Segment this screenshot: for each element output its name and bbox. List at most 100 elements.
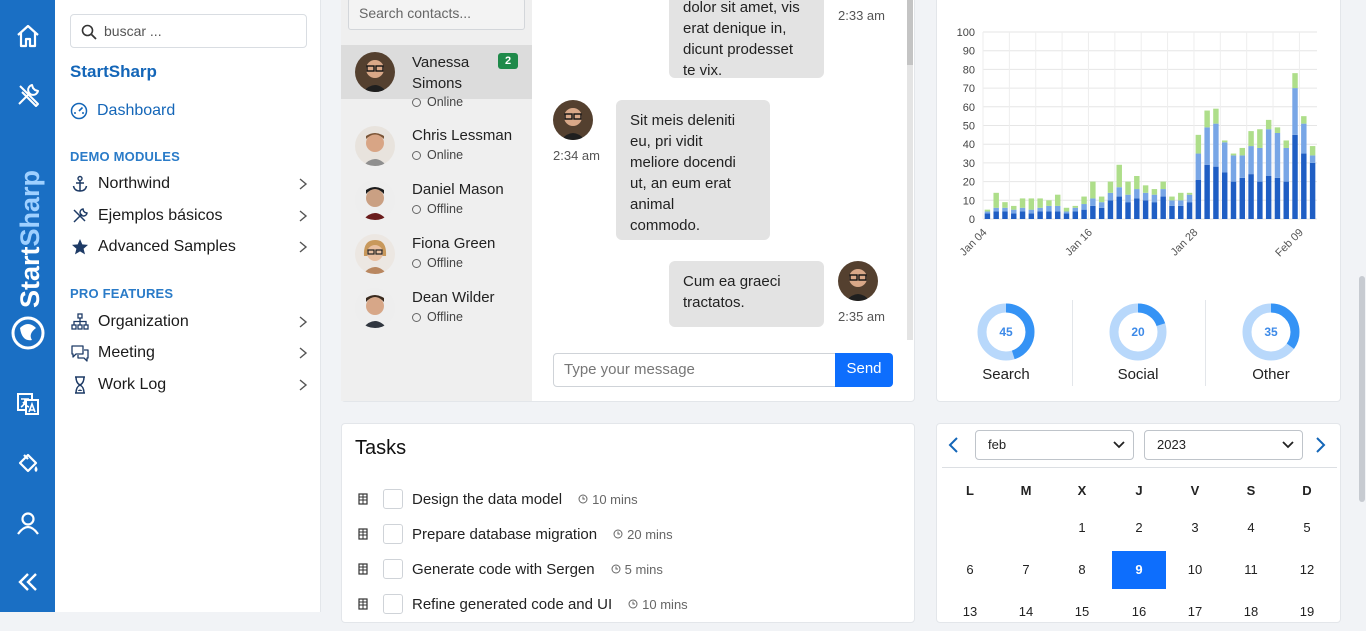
bar-segment bbox=[1248, 174, 1254, 219]
contact-last-name: Simons bbox=[412, 75, 463, 92]
task-item[interactable]: Design the data model 10 mins bbox=[358, 488, 638, 510]
task-label: Prepare database migration bbox=[412, 525, 598, 543]
calendar-day[interactable]: 14 bbox=[999, 593, 1053, 631]
paint-bucket-icon[interactable] bbox=[0, 443, 55, 483]
calendar-day[interactable]: 3 bbox=[1168, 509, 1222, 547]
calendar-day[interactable]: 19 bbox=[1280, 593, 1334, 631]
nav-organization[interactable]: Organization bbox=[70, 311, 310, 333]
task-checkbox[interactable] bbox=[383, 594, 403, 614]
bar-segment bbox=[1283, 147, 1289, 182]
drag-handle-icon[interactable] bbox=[358, 527, 368, 541]
search-placeholder: buscar ... bbox=[104, 23, 162, 39]
donut-value: 45 bbox=[999, 325, 1013, 339]
calendar-day[interactable]: 4 bbox=[1224, 509, 1278, 547]
contact-first-name: Vanessa bbox=[412, 54, 470, 71]
calendar-day[interactable]: 5 bbox=[1280, 509, 1334, 547]
bar-segment bbox=[1107, 181, 1114, 193]
y-tick-label: 30 bbox=[963, 158, 975, 170]
drag-handle-icon[interactable] bbox=[358, 562, 368, 576]
contact-item[interactable]: Fiona Green Offline bbox=[341, 227, 532, 281]
message-input[interactable]: Type your message bbox=[553, 353, 836, 387]
chat-scrollbar[interactable] bbox=[907, 0, 913, 340]
nav-work-log[interactable]: Work Log bbox=[70, 374, 310, 396]
drag-handle-icon[interactable] bbox=[358, 597, 368, 611]
task-checkbox[interactable] bbox=[383, 559, 403, 579]
bar-segment bbox=[1230, 155, 1237, 182]
contact-status-text: Offline bbox=[427, 310, 463, 324]
page-scrollbar-thumb[interactable] bbox=[1359, 276, 1365, 502]
tools-icon bbox=[70, 207, 90, 225]
bar-segment bbox=[1134, 198, 1140, 219]
bar-segment bbox=[1002, 202, 1008, 208]
next-month-icon[interactable] bbox=[1313, 436, 1327, 454]
bar-segment bbox=[1301, 153, 1307, 219]
bar-segment bbox=[1160, 181, 1166, 190]
contact-status: Online bbox=[412, 95, 463, 109]
calendar-day[interactable]: 17 bbox=[1168, 593, 1222, 631]
task-item[interactable]: Prepare database migration 20 mins bbox=[358, 523, 673, 545]
brand-title[interactable]: StartSharp bbox=[70, 62, 157, 82]
y-tick-label: 50 bbox=[963, 121, 975, 133]
startsharp-logo: StartSharp bbox=[6, 150, 50, 360]
bar-segment bbox=[1011, 205, 1017, 210]
bar-segment bbox=[1028, 198, 1035, 210]
task-checkbox[interactable] bbox=[383, 489, 403, 509]
bar-segment bbox=[1090, 205, 1096, 219]
nav-meeting[interactable]: Meeting bbox=[70, 342, 310, 364]
nav-dashboard[interactable]: Dashboard bbox=[70, 100, 175, 122]
month-select[interactable]: feb bbox=[975, 430, 1134, 460]
calendar-day[interactable]: 6 bbox=[943, 551, 997, 589]
calendar-day[interactable]: 10 bbox=[1168, 551, 1222, 589]
chevron-right-icon bbox=[299, 210, 308, 222]
bar-segment bbox=[1125, 202, 1131, 219]
year-select[interactable]: 2023 bbox=[1144, 430, 1303, 460]
bar-segment bbox=[1239, 177, 1246, 219]
chevron-right-icon bbox=[299, 178, 308, 190]
contact-item[interactable]: Daniel Mason Offline bbox=[341, 173, 532, 227]
contact-name: Chris Lessman bbox=[412, 127, 513, 144]
contact-search-input[interactable]: Search contacts... bbox=[348, 0, 525, 30]
calendar-day[interactable]: 11 bbox=[1224, 551, 1278, 589]
calendar-day[interactable]: 18 bbox=[1224, 593, 1278, 631]
collapse-icon[interactable] bbox=[0, 562, 55, 602]
tools-icon[interactable] bbox=[0, 75, 55, 115]
search-icon bbox=[81, 24, 97, 40]
nav-advanced-samples[interactable]: Advanced Samples bbox=[70, 236, 310, 258]
bar-segment bbox=[1037, 207, 1043, 212]
calendar-day[interactable]: 1 bbox=[1055, 509, 1109, 547]
nav-ejemplos-basicos[interactable]: Ejemplos básicos bbox=[70, 205, 310, 227]
prev-month-icon[interactable] bbox=[947, 436, 961, 454]
weekday-header: S bbox=[1246, 483, 1256, 498]
sidebar-search-input[interactable]: buscar ... bbox=[70, 14, 307, 48]
bar-segment bbox=[1178, 205, 1184, 219]
bar-segment bbox=[1221, 172, 1228, 219]
calendar-day[interactable]: 12 bbox=[1280, 551, 1334, 589]
contact-name: Vanessa Simons bbox=[412, 52, 469, 94]
donut-value: 20 bbox=[1131, 325, 1145, 339]
bar-segment bbox=[1195, 179, 1202, 219]
nav-northwind[interactable]: Northwind bbox=[70, 173, 310, 195]
user-icon[interactable] bbox=[0, 503, 55, 543]
bar-segment bbox=[1274, 132, 1281, 178]
drag-handle-icon[interactable] bbox=[358, 492, 368, 506]
task-checkbox[interactable] bbox=[383, 524, 403, 544]
status-ring-icon bbox=[412, 258, 421, 268]
bar-segment bbox=[1309, 162, 1316, 219]
bar-segment bbox=[1178, 192, 1184, 201]
contact-item[interactable]: Chris Lessman Online bbox=[341, 119, 532, 173]
calendar-day[interactable]: 7 bbox=[999, 551, 1053, 589]
calendar-day-today[interactable]: 9 bbox=[1112, 551, 1166, 589]
send-button[interactable]: Send bbox=[835, 353, 893, 387]
task-item[interactable]: Generate code with Sergen 5 mins bbox=[358, 558, 663, 580]
calendar-day[interactable]: 15 bbox=[1055, 593, 1109, 631]
bar-segment bbox=[1054, 194, 1061, 206]
calendar-day[interactable]: 13 bbox=[943, 593, 997, 631]
calendar-day[interactable]: 2 bbox=[1112, 509, 1166, 547]
translate-icon[interactable] bbox=[0, 384, 55, 424]
bar-segment bbox=[1265, 129, 1272, 176]
contact-item[interactable]: Dean Wilder Offline bbox=[341, 281, 532, 335]
task-duration: 10 mins bbox=[578, 492, 638, 507]
calendar-day[interactable]: 8 bbox=[1055, 551, 1109, 589]
calendar-day[interactable]: 16 bbox=[1112, 593, 1166, 631]
home-icon[interactable] bbox=[0, 16, 55, 56]
